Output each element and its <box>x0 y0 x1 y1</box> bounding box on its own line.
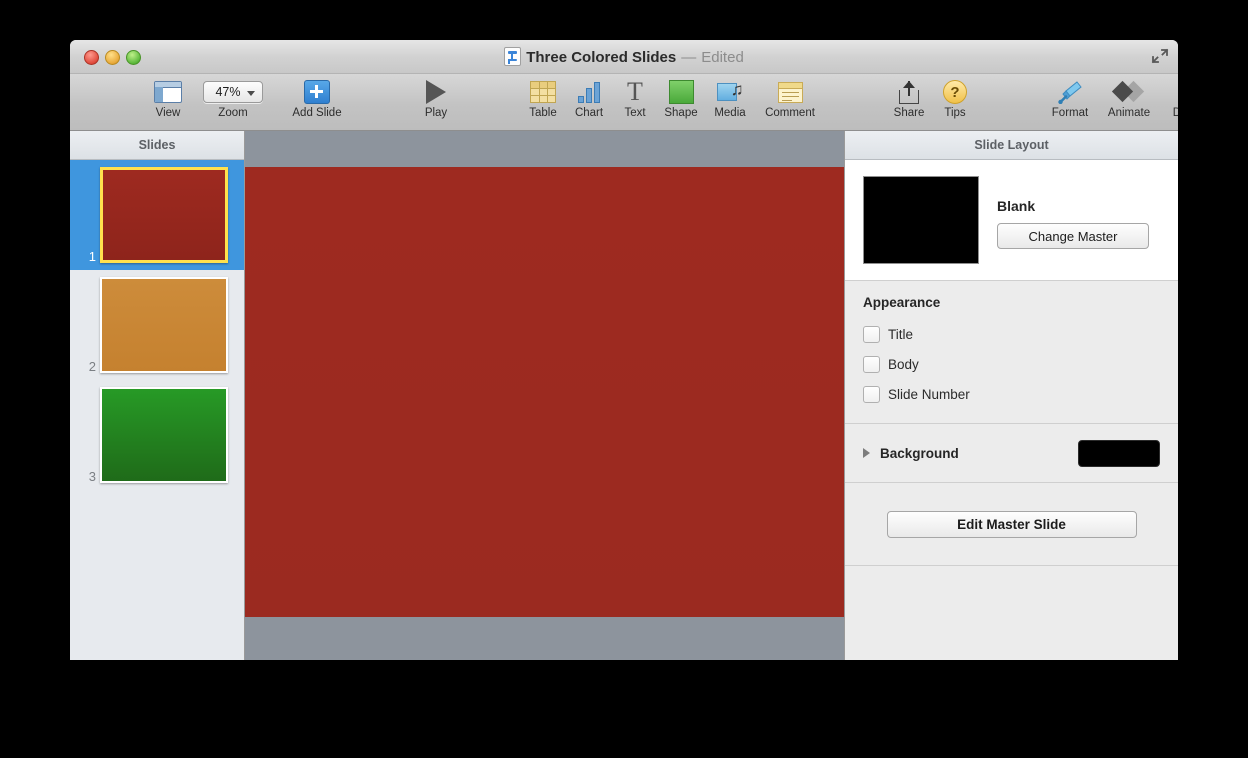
slide-thumbnail-2[interactable] <box>100 277 228 373</box>
appearance-body-checkbox-row[interactable]: Body <box>863 349 1178 379</box>
toolbar-tips-button[interactable]: ? Tips <box>925 78 985 119</box>
add-slide-plus-icon <box>304 80 330 104</box>
comment-note-icon <box>778 82 803 103</box>
master-section: Blank Change Master <box>845 160 1178 281</box>
toolbar-play-button[interactable]: Play <box>406 78 466 119</box>
edited-status: Edited <box>701 49 744 66</box>
slides-header: Slides <box>70 131 244 160</box>
appearance-title: Appearance <box>863 295 1178 310</box>
toolbar-comment-button[interactable]: Comment <box>760 78 820 119</box>
document-title: Three Colored Slides <box>526 49 676 66</box>
text-t-icon: T <box>627 81 643 103</box>
toolbar-view-label: View <box>138 107 198 119</box>
photo-music-media-icon: ♫ <box>717 81 744 103</box>
fullscreen-expand-icon[interactable] <box>1149 45 1171 67</box>
format-inspector-panel: Slide Layout Blank Change Master Appeara… <box>844 131 1178 660</box>
toolbar-tips-label: Tips <box>925 107 985 119</box>
green-square-shape-icon <box>669 80 694 104</box>
current-slide-surface[interactable] <box>245 167 844 617</box>
background-section: Background <box>845 424 1178 483</box>
toolbar-animate-button[interactable]: Animate <box>1099 78 1159 119</box>
zoom-value: 47% <box>215 85 240 99</box>
toolbar-view-button[interactable]: View <box>138 78 198 119</box>
slide-number-checkbox-label: Slide Number <box>888 387 970 402</box>
toolbar-document-label: Document <box>1169 107 1178 119</box>
window-title: Three Colored Slides — Edited <box>70 47 1178 66</box>
slide-number-1: 1 <box>70 249 100 264</box>
toolbar-add-slide-button[interactable]: Add Slide <box>287 78 347 119</box>
toolbar-media-button[interactable]: ♫ Media <box>700 78 760 119</box>
slide-number-2: 2 <box>70 359 100 374</box>
double-diamond-animate-icon <box>1114 81 1144 103</box>
toolbar-format-button[interactable]: Format <box>1040 78 1100 119</box>
slide-navigator: Slides 1 2 3 <box>70 131 245 660</box>
slide-number-checkbox[interactable] <box>863 386 880 403</box>
edit-master-section: Edit Master Slide <box>845 483 1178 566</box>
inspector-empty-area <box>845 566 1178 646</box>
slide-canvas[interactable] <box>245 131 844 660</box>
slide-thumbnail-row-1[interactable]: 1 <box>70 160 244 270</box>
bar-chart-icon <box>576 81 602 103</box>
appearance-title-checkbox-row[interactable]: Title <box>863 319 1178 349</box>
slide-thumbnail-row-2[interactable]: 2 <box>70 270 244 380</box>
toolbar-zoom-control[interactable]: 47% Zoom <box>203 78 263 119</box>
toolbar-format-label: Format <box>1040 107 1100 119</box>
view-sidebar-icon <box>154 81 182 103</box>
body-checkbox-label: Body <box>888 357 919 372</box>
zoom-popup-icon[interactable]: 47% <box>203 81 263 103</box>
window-titlebar: Three Colored Slides — Edited <box>70 40 1178 74</box>
background-label: Background <box>880 446 1078 461</box>
title-checkbox-label: Title <box>888 327 913 342</box>
question-mark-tips-icon: ? <box>943 80 967 104</box>
body-checkbox[interactable] <box>863 356 880 373</box>
play-triangle-icon <box>426 80 446 104</box>
keynote-window: Three Colored Slides — Edited View 47% Zoo… <box>70 40 1178 660</box>
master-name: Blank <box>997 198 1149 214</box>
disclosure-triangle-icon[interactable] <box>863 448 870 458</box>
title-separator: — <box>681 49 696 66</box>
toolbar-zoom-label: Zoom <box>203 107 263 119</box>
appearance-section: Appearance Title Body Slide Number <box>845 281 1178 424</box>
chevron-down-icon <box>247 91 255 96</box>
appearance-slide-number-checkbox-row[interactable]: Slide Number <box>863 379 1178 409</box>
background-color-swatch[interactable] <box>1078 440 1160 467</box>
slide-number-3: 3 <box>70 469 100 484</box>
inspector-header: Slide Layout <box>845 131 1178 160</box>
slide-thumbnail-3[interactable] <box>100 387 228 483</box>
title-checkbox[interactable] <box>863 326 880 343</box>
change-master-button[interactable]: Change Master <box>997 223 1149 249</box>
share-up-arrow-icon <box>898 81 920 104</box>
slide-thumbnail-1[interactable] <box>100 167 228 263</box>
toolbar-play-label: Play <box>406 107 466 119</box>
toolbar-add-slide-label: Add Slide <box>287 107 347 119</box>
slide-thumbnail-row-3[interactable]: 3 <box>70 380 244 490</box>
edit-master-slide-button[interactable]: Edit Master Slide <box>887 511 1137 538</box>
toolbar-document-button[interactable]: Document <box>1169 78 1178 119</box>
master-thumbnail[interactable] <box>863 176 979 264</box>
toolbar-media-label: Media <box>700 107 760 119</box>
table-grid-icon <box>530 81 556 103</box>
paintbrush-format-icon <box>1057 80 1083 104</box>
window-body: Slides 1 2 3 Slide Layout <box>70 131 1178 660</box>
toolbar-comment-label: Comment <box>760 107 820 119</box>
toolbar-animate-label: Animate <box>1099 107 1159 119</box>
keynote-document-icon <box>504 47 521 66</box>
main-toolbar: View 47% Zoom Add Slide Play <box>70 74 1178 131</box>
